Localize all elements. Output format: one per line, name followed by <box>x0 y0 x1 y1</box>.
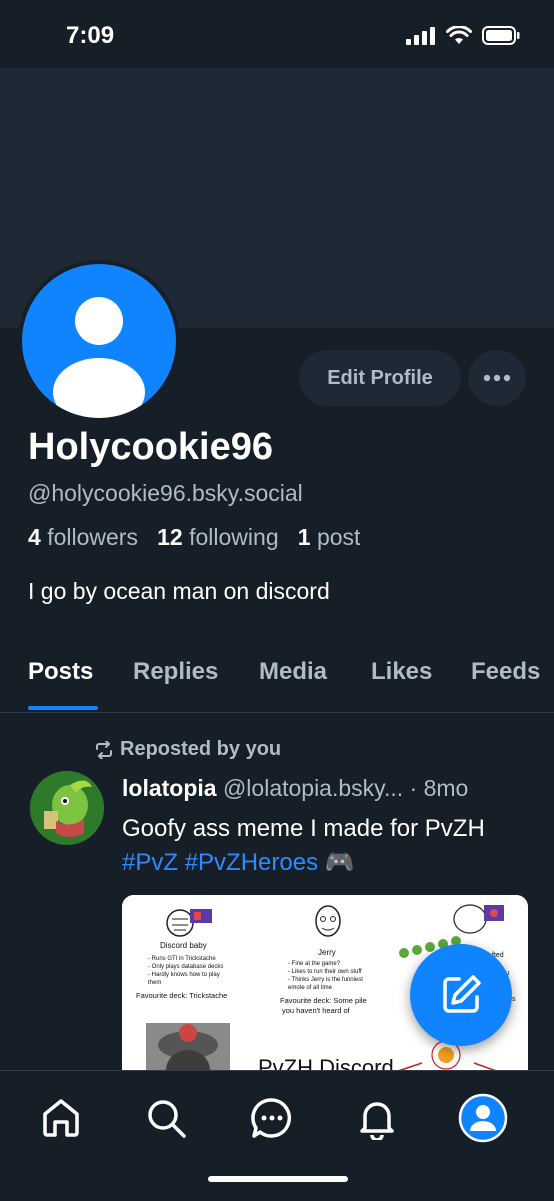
compose-icon <box>443 975 481 1013</box>
col1-bullet-1: - Runs GTI in Trickstache <box>148 956 216 962</box>
search-icon <box>148 1100 186 1138</box>
post-header: lolatopia @lolatopia.bsky... · 8mo <box>122 775 532 802</box>
repost-indicator[interactable]: Reposted by you <box>94 738 281 761</box>
post-author-name[interactable]: lolatopia <box>122 775 217 801</box>
status-bar: 7:09 <box>0 0 554 68</box>
profile-bio: I go by ocean man on discord <box>28 578 330 604</box>
col1-bullet-3: - Hardly knows how to play <box>148 972 220 978</box>
followers-count: 4 <box>28 524 41 550</box>
compose-post-button[interactable] <box>410 944 512 1046</box>
profile-stats: 4 followers 12 following 1 post <box>28 524 360 551</box>
profile-handle: @holycookie96.bsky.social <box>28 480 303 506</box>
home-indicator[interactable] <box>208 1176 348 1182</box>
col2-favourite: Favourite deck: Some pile <box>280 996 367 1005</box>
col1-favourite: Favourite deck: Trickstache <box>136 991 227 1000</box>
post-text: Goofy ass meme I made for PvZH #PvZ #PvZ… <box>122 812 522 880</box>
col2-bullet-4: emote of all time <box>288 985 333 991</box>
post-meta-separator: · <box>409 775 418 801</box>
profile-icon <box>458 1093 508 1143</box>
default-avatar-icon <box>53 297 145 418</box>
col2-bullet-1: - Fine at the game? <box>288 961 341 967</box>
author-avatar-image <box>30 771 104 845</box>
nav-search[interactable] <box>141 1093 191 1143</box>
post-author-avatar[interactable] <box>30 771 104 845</box>
wifi-icon <box>446 26 472 44</box>
col1-bullet-2: - Only plays database decks <box>148 964 223 970</box>
nav-notifications[interactable] <box>352 1093 402 1143</box>
col2-bullet-2: - Likes to run their own stuff <box>288 969 362 975</box>
col2-favourite-2: you haven't heard of <box>282 1006 351 1015</box>
post-author-handle[interactable]: @lolatopia.bsky... <box>223 775 403 801</box>
hashtag-pvzheroes[interactable]: #PvZHeroes <box>185 849 318 876</box>
gamepad-emoji: 🎮 <box>324 849 355 876</box>
posts-stat: 1 post <box>298 524 361 550</box>
battery-icon <box>482 26 520 45</box>
tab-feeds[interactable]: Feeds <box>471 658 540 686</box>
col1-title: Discord baby <box>160 941 207 950</box>
followers-label: followers <box>47 524 138 550</box>
following-count: 12 <box>157 524 183 550</box>
profile-avatar[interactable] <box>18 260 180 422</box>
repost-icon <box>96 740 112 759</box>
col3-partial-3: s <box>512 996 516 1003</box>
profile-tabs: Posts Replies Media Likes Feeds <box>0 646 554 713</box>
following-label: following <box>189 524 279 550</box>
tab-media[interactable]: Media <box>259 658 327 686</box>
tab-likes[interactable]: Likes <box>371 658 432 686</box>
nav-chat[interactable] <box>247 1093 297 1143</box>
post-time[interactable]: 8mo <box>424 775 469 801</box>
hashtag-pvz[interactable]: #PvZ <box>122 849 178 876</box>
posts-label: post <box>316 524 361 550</box>
chat-icon <box>251 1098 292 1138</box>
ellipsis-icon <box>483 374 511 382</box>
col2-title: Jerry <box>318 948 336 957</box>
status-icons <box>406 26 520 45</box>
display-name: Holycookie96 <box>28 426 273 468</box>
repost-label: Reposted by you <box>120 738 282 760</box>
nav-home[interactable] <box>36 1093 86 1143</box>
followers-link[interactable]: 4 followers <box>28 524 138 550</box>
active-tab-indicator <box>28 706 98 710</box>
col2-bullet-3: - Thinks Jerry is the funniest <box>288 977 363 983</box>
signal-icon <box>406 26 435 45</box>
bell-icon <box>360 1102 394 1140</box>
tab-posts[interactable]: Posts <box>28 658 93 686</box>
edit-profile-button[interactable]: Edit Profile <box>299 350 461 406</box>
more-options-button[interactable] <box>468 350 526 406</box>
tab-replies[interactable]: Replies <box>133 658 218 686</box>
home-icon <box>43 1099 79 1137</box>
col1-bullet-4: them <box>148 980 161 986</box>
status-time: 7:09 <box>66 22 115 49</box>
following-link[interactable]: 12 following <box>157 524 278 550</box>
posts-count: 1 <box>297 524 311 550</box>
post-text-body: Goofy ass meme I made for PvZH <box>122 815 485 842</box>
nav-profile[interactable] <box>458 1093 508 1143</box>
